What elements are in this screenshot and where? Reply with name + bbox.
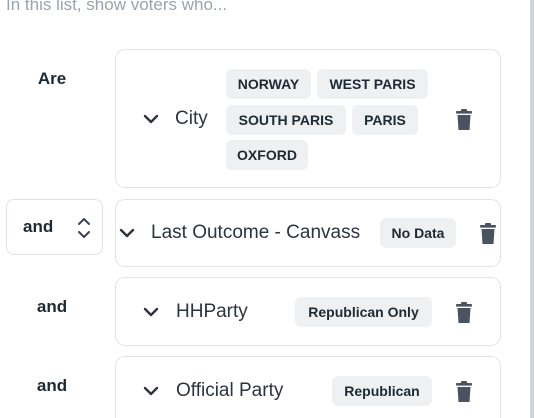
row-label-are: Are bbox=[37, 69, 67, 88]
value-chip: No Data bbox=[380, 218, 456, 248]
filter-builder: In this list, show voters who... Are Cit… bbox=[0, 0, 534, 418]
value-chip: PARIS bbox=[352, 105, 418, 135]
field-name-official-party: Official Party bbox=[176, 380, 284, 401]
join-operator-value: and bbox=[23, 217, 54, 236]
value-chip: OXFORD bbox=[226, 140, 308, 170]
filter-card-city: City NORWAY WEST PARIS SOUTH PARIS PARIS… bbox=[115, 49, 501, 188]
scrollbar[interactable] bbox=[530, 0, 534, 418]
chevron-down-icon[interactable] bbox=[119, 228, 135, 238]
join-operator-select[interactable]: and bbox=[6, 199, 103, 255]
chevron-down-icon[interactable] bbox=[143, 114, 159, 124]
value-chip: SOUTH PARIS bbox=[226, 105, 346, 135]
field-name-last-outcome: Last Outcome - Canvass bbox=[151, 222, 361, 243]
trash-icon[interactable] bbox=[456, 381, 472, 402]
row-label-and: and bbox=[36, 376, 68, 395]
value-chip: WEST PARIS bbox=[317, 69, 428, 99]
chevron-down-icon[interactable] bbox=[143, 307, 159, 317]
field-name-hhparty: HHParty bbox=[176, 301, 248, 322]
filter-card-hhparty: HHParty Republican Only bbox=[115, 277, 501, 346]
row-label-and: and bbox=[36, 297, 68, 316]
chevron-down-icon[interactable] bbox=[143, 386, 159, 396]
filter-card-official-party: Official Party Republican bbox=[115, 356, 501, 418]
value-chip: Republican Only bbox=[295, 297, 432, 327]
value-chip: NORWAY bbox=[226, 69, 311, 99]
trash-icon[interactable] bbox=[480, 223, 496, 244]
field-name-city: City bbox=[175, 108, 208, 129]
section-instruction: In this list, show voters who... bbox=[6, 0, 228, 14]
trash-icon[interactable] bbox=[456, 109, 472, 130]
trash-icon[interactable] bbox=[456, 302, 472, 323]
updown-arrows-icon bbox=[78, 218, 90, 238]
value-chip: Republican bbox=[332, 376, 432, 406]
filter-card-last-outcome: Last Outcome - Canvass No Data bbox=[115, 199, 501, 267]
